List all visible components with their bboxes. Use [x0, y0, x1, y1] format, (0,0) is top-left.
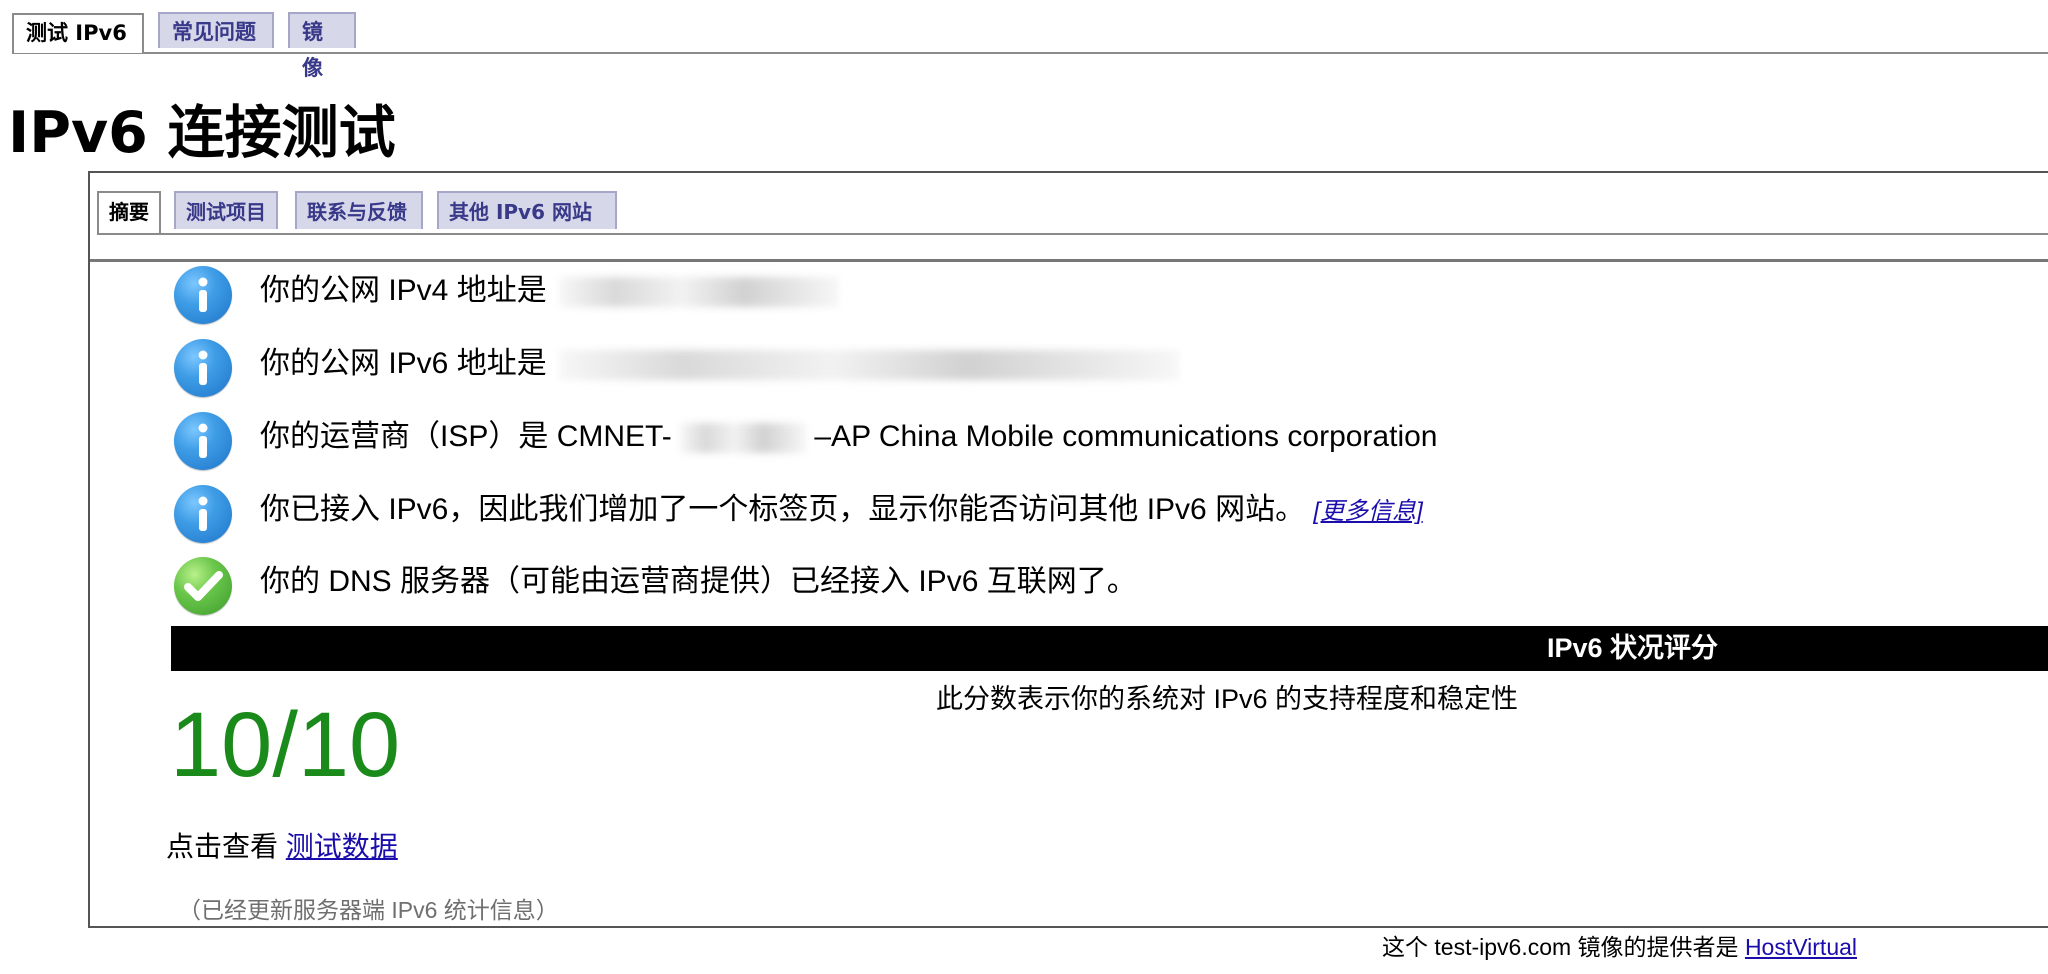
mirror-provider-footer: 这个 test-ipv6.com 镜像的提供者是 HostVirtual — [1382, 932, 1857, 962]
isp-row: 你的运营商（ISP）是 CMNET- –AP China Mobile comm… — [174, 412, 2024, 470]
ipv4-label: 你的公网 IPv4 地址是 — [260, 274, 547, 307]
test-data-link[interactable]: 测试数据 — [286, 831, 398, 862]
ipv6-label: 你的公网 IPv6 地址是 — [260, 347, 547, 380]
top-navigation-tabs: 测试 IPv6 常见问题 镜像 — [12, 12, 2048, 80]
redacted-ipv6-address — [559, 350, 1180, 381]
info-icon — [174, 266, 232, 324]
server-stats-note: （已经更新服务器端 IPv6 统计信息） — [178, 897, 559, 923]
info-icon — [174, 485, 232, 543]
isp-text: 你的运营商（ISP）是 CMNET- –AP China Mobile comm… — [260, 417, 1437, 457]
redacted-isp-identifier — [680, 423, 807, 454]
ipv6-address-row: 你的公网 IPv6 地址是 — [174, 339, 2024, 397]
success-check-icon — [174, 557, 232, 615]
tab-test-items[interactable]: 测试项目 — [174, 191, 278, 229]
mirror-provider-prefix: 这个 test-ipv6.com 镜像的提供者是 — [1382, 934, 1739, 960]
tab-faq[interactable]: 常见问题 — [158, 12, 274, 48]
view-test-data-row: 点击查看 测试数据 — [166, 827, 398, 867]
view-test-data-prefix: 点击查看 — [166, 831, 279, 862]
ipv6-tab-added-row: 你已接入 IPv6，因此我们增加了一个标签页，显示你能否访问其他 IPv6 网站… — [174, 485, 2024, 543]
isp-prefix: 你的运营商（ISP）是 CMNET- — [260, 420, 672, 453]
test-results-panel: 摘要 测试项目 联系与反馈 其他 IPv6 网站 你的公网 IPv4 地址是 你… — [88, 171, 2048, 928]
ipv6-score-value: 10/10 — [170, 694, 401, 796]
dns-row: 你的 DNS 服务器（可能由运营商提供）已经接入 IPv6 互联网了。 — [174, 557, 2024, 615]
dns-text: 你的 DNS 服务器（可能由运营商提供）已经接入 IPv6 互联网了。 — [260, 565, 1137, 598]
ipv4-address-row: 你的公网 IPv4 地址是 — [174, 266, 2024, 324]
isp-suffix: –AP China Mobile communications corporat… — [814, 420, 1438, 453]
redacted-ipv4-address — [559, 277, 840, 308]
info-icon — [174, 412, 232, 470]
section-divider — [90, 259, 2048, 262]
ipv6-address-text: 你的公网 IPv6 地址是 — [260, 344, 1180, 384]
ipv6-score-banner: IPv6 状况评分 — [171, 626, 2048, 671]
ipv6-tab-added-text: 你已接入 IPv6，因此我们增加了一个标签页，显示你能否访问其他 IPv6 网站… — [260, 490, 1423, 532]
tab-mirrors[interactable]: 镜像 — [288, 12, 356, 80]
ipv4-address-text: 你的公网 IPv4 地址是 — [260, 271, 840, 311]
info-icon — [174, 339, 232, 397]
ipv6-score-title: IPv6 状况评分 — [1547, 633, 1719, 663]
hostvirtual-link[interactable]: HostVirtual — [1745, 934, 1857, 960]
more-info-link[interactable]: [更多信息] — [1313, 498, 1422, 525]
page-title: IPv6 连接测试 — [8, 100, 396, 166]
ipv6-tab-added-message: 你已接入 IPv6，因此我们增加了一个标签页，显示你能否访问其他 IPv6 网站… — [260, 493, 1306, 526]
tab-test-ipv6[interactable]: 测试 IPv6 — [12, 13, 144, 53]
score-description: 此分数表示你的系统对 IPv6 的支持程度和稳定性 — [936, 684, 1519, 714]
tab-contact-feedback[interactable]: 联系与反馈 — [295, 191, 423, 229]
summary-sub-tabs: 摘要 测试项目 联系与反馈 其他 IPv6 网站 — [97, 191, 2048, 235]
tab-other-ipv6-sites[interactable]: 其他 IPv6 网站 — [437, 191, 617, 229]
tab-summary[interactable]: 摘要 — [97, 191, 161, 233]
